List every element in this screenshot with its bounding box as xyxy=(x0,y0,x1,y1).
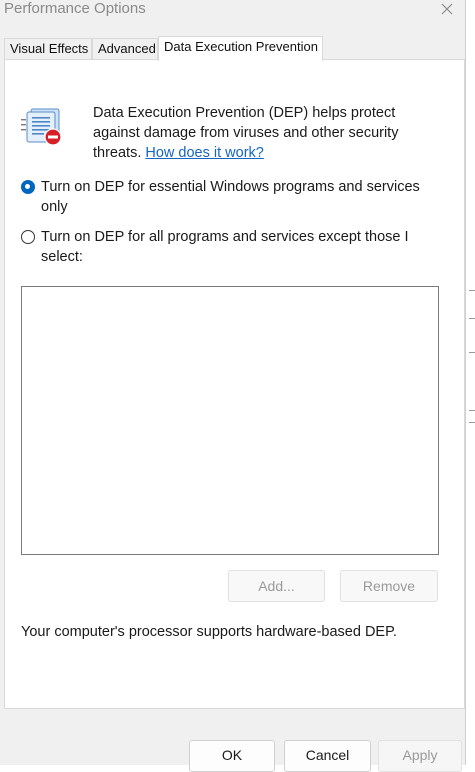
background-edge-mark xyxy=(469,318,475,319)
dep-tab-panel: Data Execution Prevention (DEP) helps pr… xyxy=(4,59,465,709)
background-edge-mark xyxy=(469,410,475,411)
remove-button[interactable]: Remove xyxy=(340,570,438,602)
radio-all-programs-label: Turn on DEP for all programs and service… xyxy=(41,229,409,265)
background-edge-mark xyxy=(469,352,475,353)
dep-exception-list[interactable] xyxy=(21,286,439,555)
radio-essential[interactable] xyxy=(21,180,35,194)
dep-hardware-status: Your computer's processor supports hardw… xyxy=(21,624,397,640)
window-title: Performance Options xyxy=(4,0,146,17)
background-edge-mark xyxy=(469,290,475,291)
close-icon xyxy=(441,3,453,15)
dep-shield-icon xyxy=(21,108,62,146)
dep-essential-option[interactable]: Turn on DEP for essential Windows progra… xyxy=(21,177,431,217)
dep-description: Data Execution Prevention (DEP) helps pr… xyxy=(93,103,433,163)
tab-visual-effects[interactable]: Visual Effects xyxy=(4,38,92,60)
title-bar: Performance Options xyxy=(0,0,465,34)
add-button[interactable]: Add... xyxy=(228,570,325,602)
cancel-button[interactable]: Cancel xyxy=(284,740,371,772)
background-edge-mark xyxy=(469,422,475,423)
radio-essential-label: Turn on DEP for essential Windows progra… xyxy=(41,179,420,215)
background-window-edge xyxy=(466,0,475,765)
how-does-it-work-link[interactable]: How does it work? xyxy=(145,145,263,161)
tab-advanced[interactable]: Advanced xyxy=(92,38,158,60)
dep-all-programs-option[interactable]: Turn on DEP for all programs and service… xyxy=(21,227,431,267)
performance-options-dialog: Performance Options Visual Effects Advan… xyxy=(0,0,466,772)
apply-button[interactable]: Apply xyxy=(378,740,462,772)
ok-button[interactable]: OK xyxy=(189,740,275,772)
close-button[interactable] xyxy=(429,0,465,18)
radio-all-programs[interactable] xyxy=(21,230,35,244)
tab-data-execution-prevention[interactable]: Data Execution Prevention xyxy=(158,36,323,61)
